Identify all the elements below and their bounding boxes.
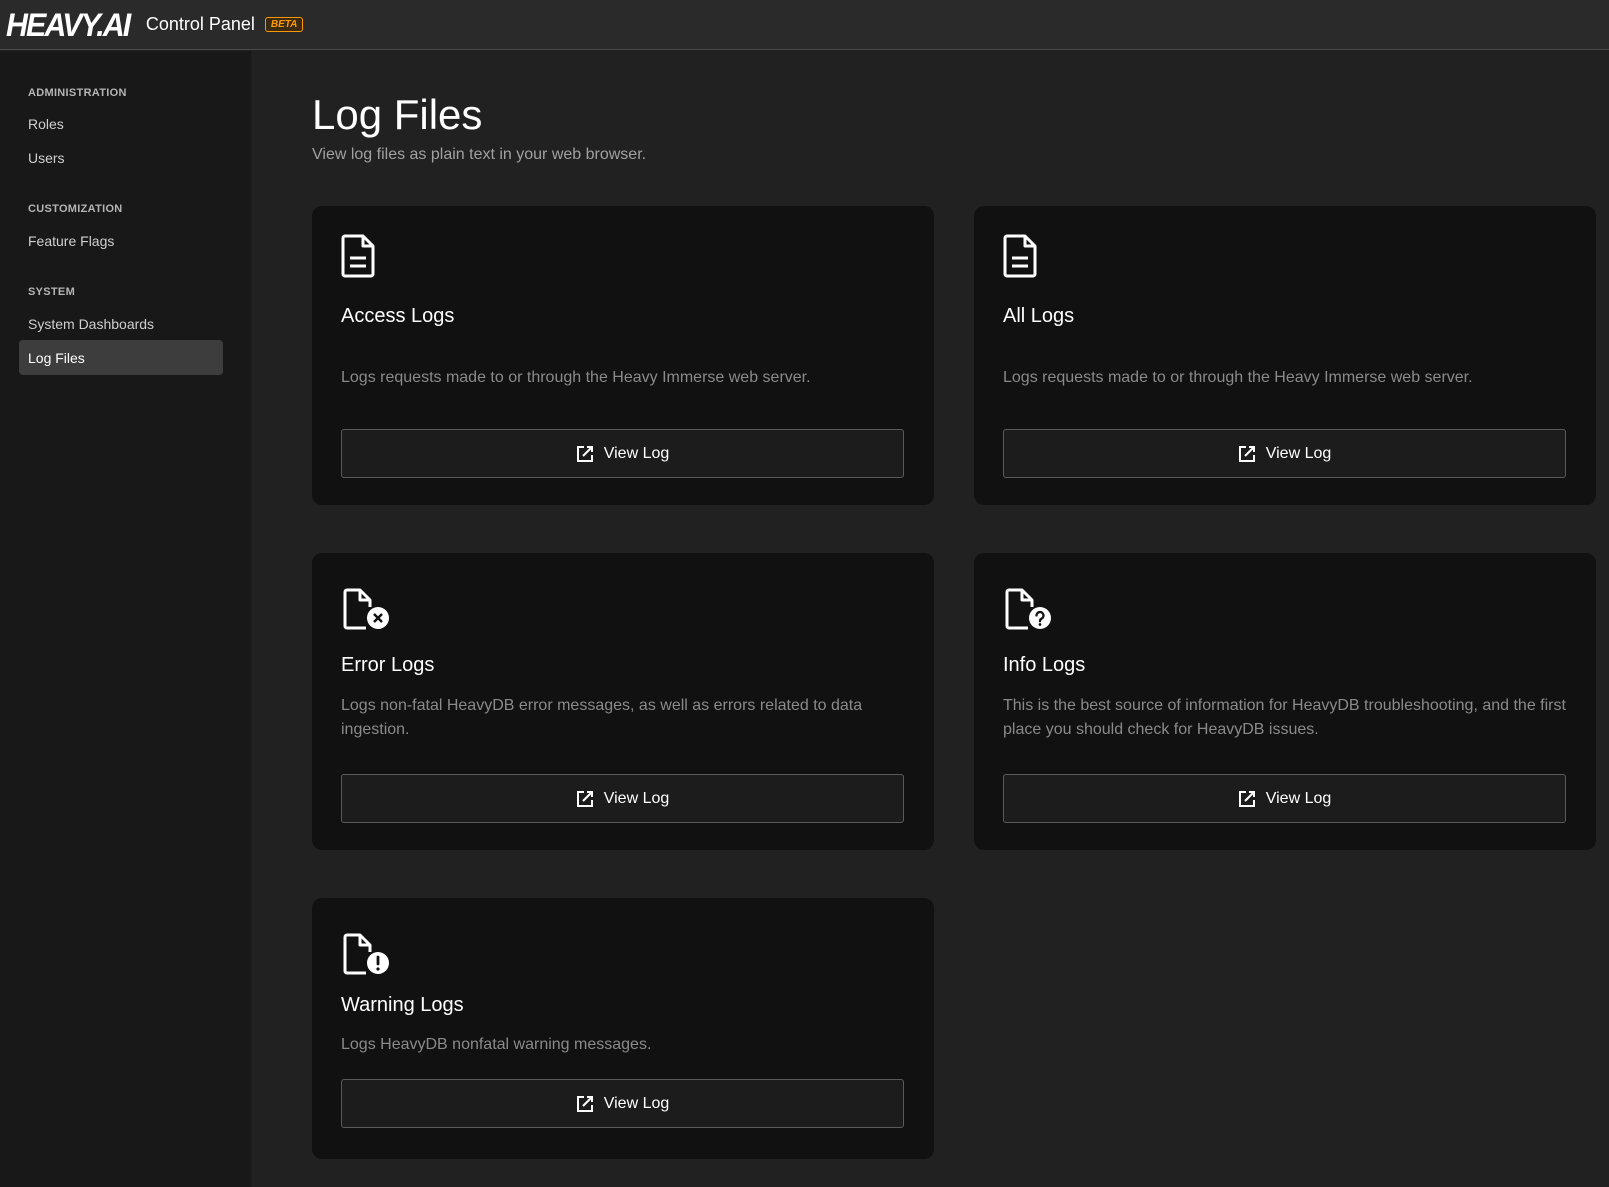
app-title: Control Panel	[145, 14, 255, 34]
sidebar-item-log-files[interactable]: Log Files	[19, 340, 223, 375]
external-link-icon	[576, 1095, 593, 1112]
sidebar-item-roles[interactable]: Roles	[19, 106, 223, 141]
file-text-icon	[1003, 234, 1037, 278]
view-log-label: View Log	[603, 1094, 670, 1112]
log-card-warning: Warning Logs Logs HeavyDB nonfatal warni…	[312, 898, 934, 1159]
page-title: Log Files	[312, 91, 483, 138]
card-description: Logs HeavyDB nonfatal warning messages.	[341, 1036, 652, 1053]
view-log-button-access[interactable]: View Log	[341, 429, 904, 478]
section-label-administration: ADMINISTRATION	[28, 87, 127, 99]
sidebar-item-feature-flags[interactable]: Feature Flags	[19, 223, 223, 258]
sidebar: ADMINISTRATION Roles Users CUSTOMIZATION…	[0, 51, 251, 1187]
sidebar-item-users[interactable]: Users	[19, 140, 223, 175]
log-card-access: Access Logs Logs requests made to or thr…	[312, 206, 934, 505]
card-title: Access Logs	[341, 305, 455, 327]
heavy-ai-logo[interactable]: HEAVY.AI	[6, 9, 131, 41]
card-title: Error Logs	[341, 654, 435, 676]
card-title: Warning Logs	[341, 994, 464, 1016]
view-log-button-info[interactable]: View Log	[1003, 774, 1566, 823]
view-log-button-warning[interactable]: View Log	[341, 1079, 904, 1128]
card-title: Info Logs	[1003, 654, 1086, 676]
card-description: Logs requests made to or through the Hea…	[341, 369, 811, 386]
view-log-label: View Log	[1265, 444, 1332, 462]
external-link-icon	[1238, 790, 1255, 807]
card-title: All Logs	[1003, 305, 1075, 327]
view-log-label: View Log	[603, 444, 670, 462]
top-bar: HEAVY.AI Control Panel BETA	[0, 0, 1609, 50]
log-card-error: Error Logs Logs non-fatal HeavyDB error …	[312, 553, 934, 850]
external-link-icon	[576, 445, 593, 462]
external-link-icon	[1238, 445, 1255, 462]
log-card-all: All Logs Logs requests made to or throug…	[974, 206, 1596, 505]
page-subtitle: View log files as plain text in your web…	[312, 146, 647, 163]
log-card-info: Info Logs This is the best source of inf…	[974, 553, 1596, 850]
card-description: Logs requests made to or through the Hea…	[1003, 369, 1473, 386]
section-label-system: SYSTEM	[28, 286, 76, 298]
external-link-icon	[576, 790, 593, 807]
sidebar-item-system-dashboards[interactable]: System Dashboards	[19, 306, 223, 341]
card-description: This is the best source of information f…	[1003, 697, 1566, 738]
file-question-icon	[1005, 588, 1051, 630]
card-description: Logs non-fatal HeavyDB error messages, a…	[341, 697, 863, 738]
file-error-icon	[343, 588, 389, 630]
file-text-icon	[341, 234, 375, 278]
main-content: Log Files View log files as plain text i…	[251, 51, 1609, 1187]
section-label-customization: CUSTOMIZATION	[28, 203, 123, 215]
view-log-label: View Log	[603, 789, 670, 807]
view-log-button-all[interactable]: View Log	[1003, 429, 1566, 478]
file-warning-icon	[343, 933, 389, 975]
view-log-label: View Log	[1265, 789, 1332, 807]
beta-badge: BETA	[264, 17, 304, 32]
view-log-button-error[interactable]: View Log	[341, 774, 904, 823]
